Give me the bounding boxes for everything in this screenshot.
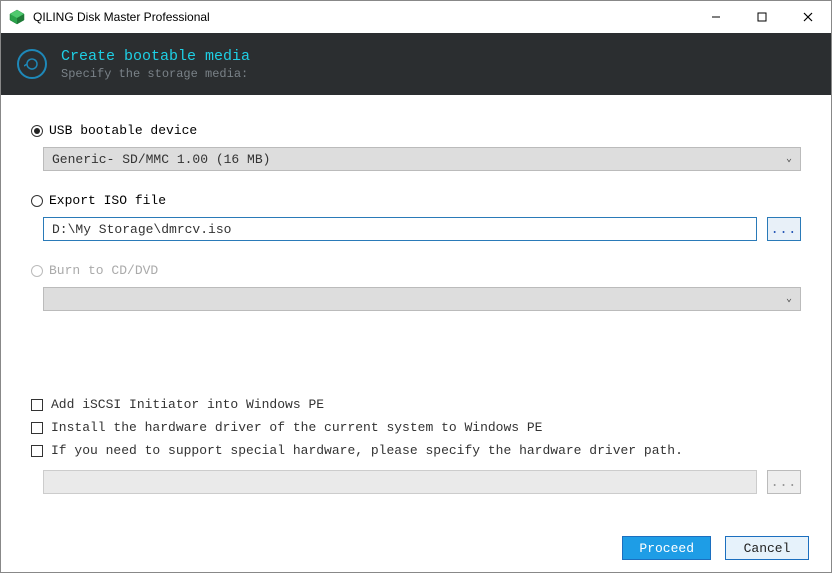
footer: Proceed Cancel xyxy=(1,524,831,572)
wizard-icon xyxy=(17,49,47,79)
checkbox-iscsi[interactable] xyxy=(31,399,43,411)
proceed-button[interactable]: Proceed xyxy=(622,536,711,560)
radio-cd-label: Burn to CD/DVD xyxy=(49,263,158,278)
checkbox-iscsi-label: Add iSCSI Initiator into Windows PE xyxy=(51,397,324,412)
radio-iso-label: Export ISO file xyxy=(49,193,166,208)
iso-path-value: D:\My Storage\dmrcv.iso xyxy=(52,222,231,237)
radio-usb-label: USB bootable device xyxy=(49,123,197,138)
maximize-button[interactable] xyxy=(739,1,785,33)
driver-path-browse-button: ... xyxy=(767,470,801,494)
minimize-button[interactable] xyxy=(693,1,739,33)
radio-cd xyxy=(31,265,43,277)
usb-device-select[interactable]: Generic- SD/MMC 1.00 (16 MB) ⌄ xyxy=(43,147,801,171)
usb-device-value: Generic- SD/MMC 1.00 (16 MB) xyxy=(52,152,270,167)
iso-path-input[interactable]: D:\My Storage\dmrcv.iso xyxy=(43,217,757,241)
radio-iso[interactable] xyxy=(31,195,43,207)
radio-usb[interactable] xyxy=(31,125,43,137)
checkbox-driver-current[interactable] xyxy=(31,422,43,434)
chevron-down-icon: ⌄ xyxy=(786,293,792,305)
wizard-header: Create bootable media Specify the storag… xyxy=(1,33,831,95)
cancel-button[interactable]: Cancel xyxy=(725,536,809,560)
cd-device-select: ⌄ xyxy=(43,287,801,311)
content-area: USB bootable device Generic- SD/MMC 1.00… xyxy=(1,95,831,524)
checkbox-driver-path[interactable] xyxy=(31,445,43,457)
driver-path-input xyxy=(43,470,757,494)
chevron-down-icon: ⌄ xyxy=(786,153,792,165)
titlebar: QILING Disk Master Professional xyxy=(1,1,831,33)
app-logo-icon xyxy=(9,9,25,25)
checkbox-driver-path-label: If you need to support special hardware,… xyxy=(51,443,683,458)
close-button[interactable] xyxy=(785,1,831,33)
wizard-subheading: Specify the storage media: xyxy=(61,67,250,81)
checkbox-driver-current-label: Install the hardware driver of the curre… xyxy=(51,420,542,435)
wizard-heading: Create bootable media xyxy=(61,48,250,65)
iso-browse-button[interactable]: ... xyxy=(767,217,801,241)
window-title: QILING Disk Master Professional xyxy=(33,10,693,24)
